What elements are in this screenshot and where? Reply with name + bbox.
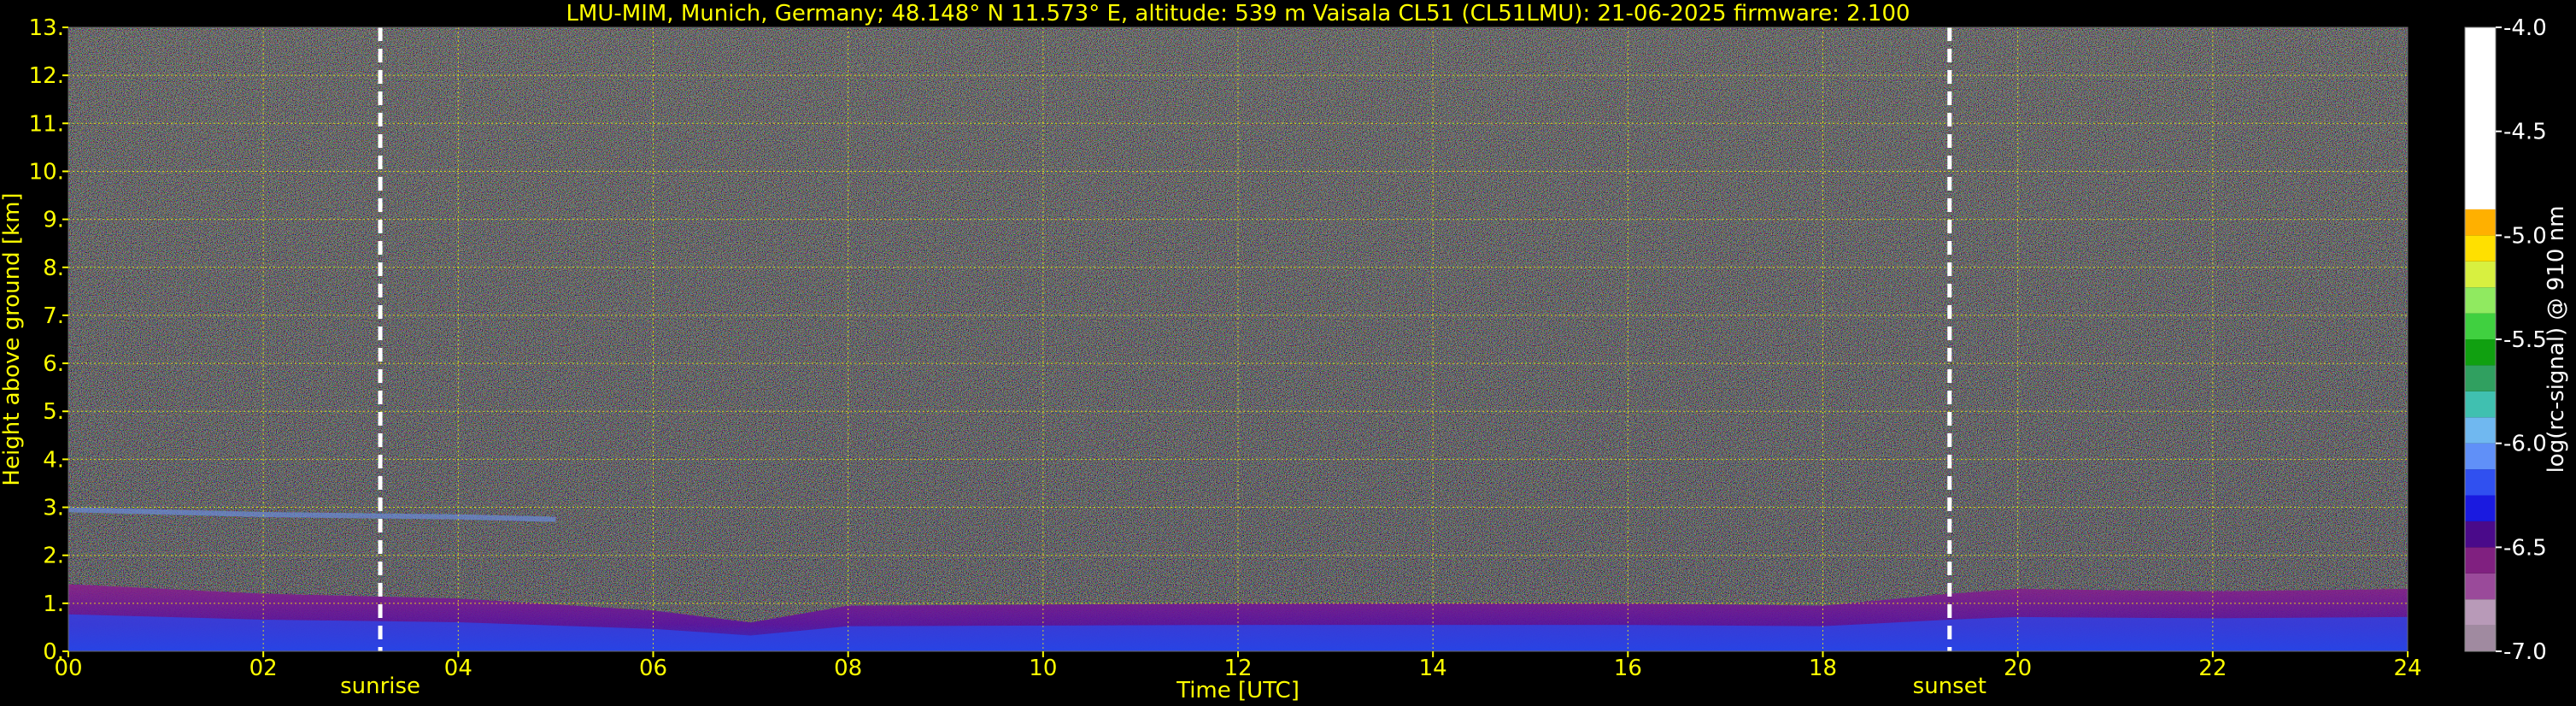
y-tick-label: 5. [43, 399, 64, 425]
colorbar-tick-label: -5.5 [2503, 327, 2547, 353]
y-tick-label: 10. [29, 159, 64, 185]
colorbar-cell [2465, 599, 2496, 626]
colorbar-tick-label: -4.5 [2503, 120, 2547, 145]
y-tick-label: 0. [43, 639, 64, 665]
colorbar-tick-label: -7.0 [2503, 639, 2547, 665]
colorbar-tick-label: -5.0 [2503, 223, 2547, 249]
colorbar-label: log(rc-signal) @ 910 nm [2544, 206, 2569, 474]
colorbar-cell [2465, 261, 2496, 288]
x-tick-label: 16 [1614, 656, 1642, 681]
colorbar-cell [2465, 27, 2496, 209]
sunrise-label: sunrise [340, 674, 420, 699]
colorbar-cell [2465, 625, 2496, 651]
y-tick-label: 8. [43, 256, 64, 281]
plot-area [67, 26, 2409, 652]
colorbar-cell [2465, 391, 2496, 418]
x-tick-label: 04 [444, 656, 472, 681]
y-tick-label: 12. [29, 63, 64, 89]
x-tick-label: 06 [639, 656, 667, 681]
colorbar-cell [2465, 443, 2496, 470]
x-tick-label: 18 [1809, 656, 1837, 681]
colorbar-cell [2465, 235, 2496, 262]
colorbar-cell [2465, 573, 2496, 600]
x-tick-label: 20 [2004, 656, 2032, 681]
y-tick-label: 7. [43, 303, 64, 329]
y-tick-label: 13. [29, 15, 64, 41]
chart-title: LMU-MIM, Munich, Germany; 48.148° N 11.5… [566, 1, 1910, 26]
x-tick-label: 14 [1419, 656, 1447, 681]
colorbar: -4.0 -4.5 -5.0 -5.5 -6.0 -6.5 -7.0 log(rc-sign… [2464, 15, 2569, 665]
y-tick-label: 2. [43, 544, 64, 569]
x-axis-label: Time [UTC] [1176, 678, 1300, 703]
x-tick-label: 12 [1223, 656, 1252, 681]
y-tick-label: 9. [43, 208, 64, 233]
colorbar-tick-label: -6.5 [2503, 535, 2547, 561]
colorbar-cell [2465, 495, 2496, 521]
x-tick-label: 22 [2198, 656, 2227, 681]
colorbar-tick-label: -4.0 [2503, 15, 2547, 41]
colorbar-tick-label: -6.0 [2503, 432, 2547, 457]
x-tick-label: 10 [1029, 656, 1057, 681]
sun-annotations: sunrise sunset [340, 674, 1986, 699]
y-tick-label: 6. [43, 351, 64, 377]
colorbar-cell [2465, 521, 2496, 548]
colorbar-cell [2465, 417, 2496, 444]
colorbar-cell [2465, 313, 2496, 339]
colorbar-cell [2465, 287, 2496, 314]
y-axis-ticks: 0. 1. 2. 3. 4. 5. 6. 7. 8. 9. 10. 11. 12. 13. [29, 15, 68, 665]
ceilometer-chart: LMU-MIM, Munich, Germany; 48.148° N 11.5… [0, 1, 2569, 703]
colorbar-cell [2465, 209, 2496, 236]
colorbar-cell [2465, 339, 2496, 366]
y-tick-label: 3. [43, 496, 64, 521]
y-tick-label: 4. [43, 447, 64, 473]
y-tick-label: 11. [29, 111, 64, 137]
y-tick-label: 1. [43, 591, 64, 617]
x-tick-label: 02 [249, 656, 278, 681]
x-tick-label: 24 [2393, 656, 2421, 681]
y-axis-label: Height above ground [km] [0, 192, 25, 485]
colorbar-cell [2465, 365, 2496, 391]
x-tick-label: 08 [834, 656, 862, 681]
sunset-label: sunset [1913, 674, 1986, 699]
colorbar-cell [2465, 469, 2496, 496]
colorbar-cell [2465, 547, 2496, 574]
